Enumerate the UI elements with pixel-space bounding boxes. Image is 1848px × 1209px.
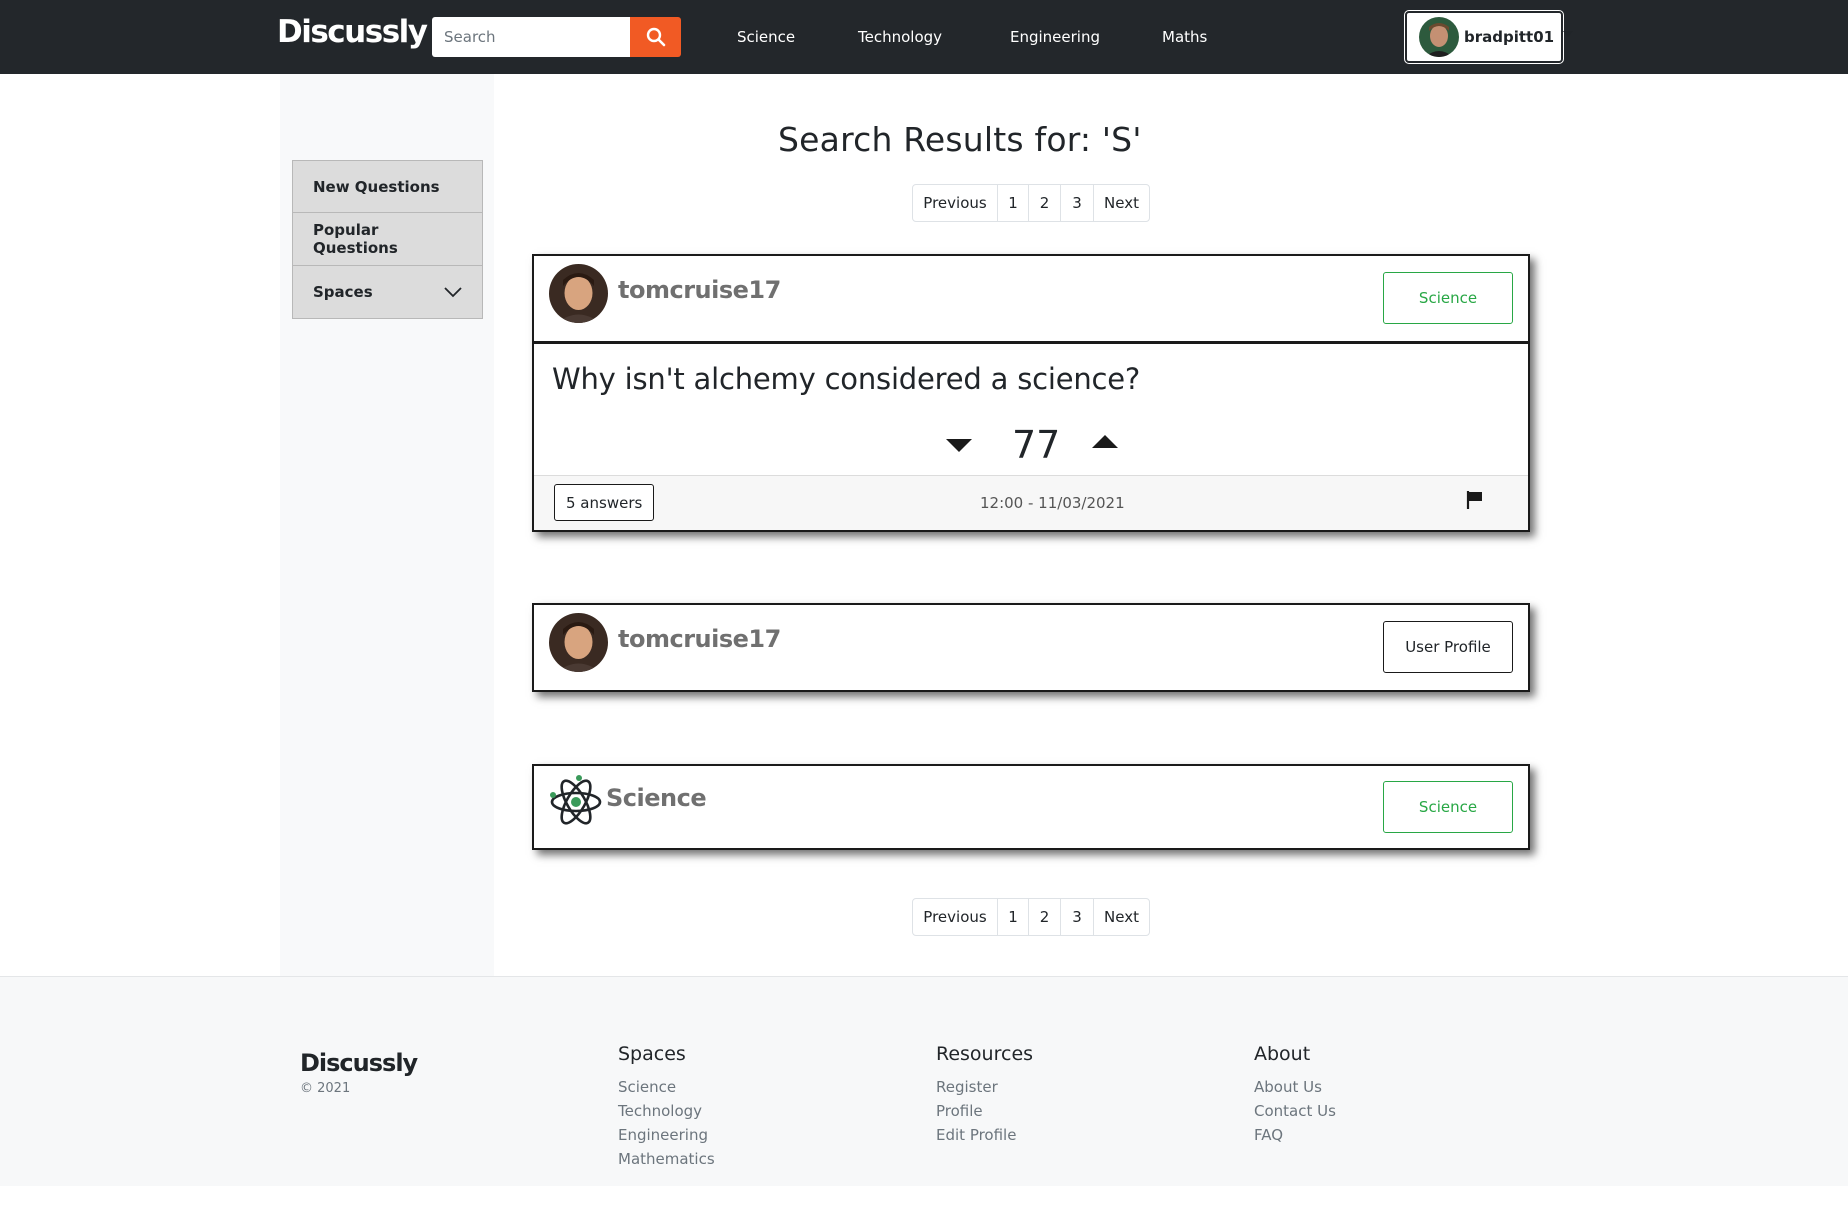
pagination-previous[interactable]: Previous: [913, 185, 997, 221]
page-title: Search Results for: 'S': [778, 120, 1142, 159]
pagination-previous[interactable]: Previous: [913, 899, 997, 935]
card-footer: 5 answers 12:00 - 11/03/2021: [534, 475, 1528, 530]
nav-link-science[interactable]: Science: [737, 28, 795, 46]
sidebar-item-new-questions[interactable]: New Questions: [292, 160, 483, 213]
answers-button[interactable]: 5 answers: [554, 484, 655, 521]
footer-link-about-us[interactable]: About Us: [1254, 1075, 1336, 1099]
footer-column-about: About About Us Contact Us FAQ: [1254, 1043, 1336, 1147]
search-icon: [646, 27, 665, 47]
footer-column-resources: Resources Register Profile Edit Profile: [936, 1043, 1033, 1147]
pagination-page-3[interactable]: 3: [1060, 185, 1093, 221]
pagination-page-2[interactable]: 2: [1028, 899, 1060, 935]
question-card: tomcruise17 Science Why isn't alchemy co…: [532, 254, 1530, 532]
user-result-card: tomcruise17 User Profile: [532, 603, 1530, 692]
footer-heading: Resources: [936, 1043, 1034, 1065]
user-result-name[interactable]: tomcruise17: [618, 625, 781, 653]
chevron-down-icon: [444, 287, 462, 298]
avatar: [1419, 17, 1459, 57]
space-tag-button[interactable]: Science: [1383, 781, 1513, 833]
footer-link-contact-us[interactable]: Contact Us: [1254, 1099, 1336, 1123]
atom-icon: [550, 775, 602, 825]
pagination-page-3[interactable]: 3: [1060, 899, 1093, 935]
sidebar-item-popular-questions[interactable]: Popular Questions: [292, 213, 483, 266]
pagination-next[interactable]: Next: [1093, 899, 1149, 935]
search-button[interactable]: [630, 17, 681, 57]
footer-heading: About: [1254, 1043, 1311, 1065]
search-input[interactable]: [432, 17, 630, 57]
question-timestamp: 12:00 - 11/03/2021: [980, 494, 1125, 512]
footer: Discussly © 2021 Spaces Science Technolo…: [0, 976, 1848, 1186]
footer-copyright: © 2021: [300, 1081, 351, 1096]
footer-link-edit-profile[interactable]: Edit Profile: [936, 1123, 1033, 1147]
question-title[interactable]: Why isn't alchemy considered a science?: [534, 344, 1528, 419]
user-menu-button[interactable]: bradpitt01: [1405, 11, 1574, 63]
card-header: tomcruise17 Science: [534, 256, 1528, 341]
vote-controls: 77: [534, 419, 1528, 475]
footer-brand: Discussly: [300, 1049, 418, 1077]
footer-link-faq[interactable]: FAQ: [1254, 1123, 1336, 1147]
brand-logo[interactable]: Discussly: [277, 14, 428, 50]
sidebar-item-label: Spaces: [313, 283, 373, 301]
space-result-card: Science Science: [532, 764, 1530, 850]
user-profile-button[interactable]: User Profile: [1383, 621, 1513, 673]
footer-link-register[interactable]: Register: [936, 1075, 1033, 1099]
sidebar-item-label: New Questions: [313, 177, 440, 196]
question-author[interactable]: tomcruise17: [618, 276, 781, 304]
search-bar: [432, 17, 681, 57]
nav-link-maths[interactable]: Maths: [1162, 28, 1207, 46]
footer-column-spaces: Spaces Science Technology Engineering Ma…: [618, 1043, 715, 1171]
space-tag-button[interactable]: Science: [1383, 272, 1513, 324]
pagination-bottom: Previous 1 2 3 Next: [912, 898, 1150, 936]
sidebar-item-label: Popular Questions: [313, 221, 398, 257]
footer-link-science[interactable]: Science: [618, 1075, 715, 1099]
pagination-page-1[interactable]: 1: [997, 185, 1028, 221]
space-result-name[interactable]: Science: [606, 784, 707, 812]
sidebar-item-spaces[interactable]: Spaces: [292, 266, 483, 319]
nav-link-engineering[interactable]: Engineering: [1010, 28, 1100, 46]
flag-icon[interactable]: [1466, 490, 1484, 510]
pagination-page-1[interactable]: 1: [997, 899, 1028, 935]
chevron-down-icon: [1563, 31, 1574, 37]
footer-link-technology[interactable]: Technology: [618, 1099, 715, 1123]
pagination-top: Previous 1 2 3 Next: [912, 184, 1150, 222]
footer-heading: Spaces: [618, 1043, 686, 1065]
pagination-page-2[interactable]: 2: [1028, 185, 1060, 221]
downvote-icon[interactable]: [946, 439, 972, 452]
footer-link-profile[interactable]: Profile: [936, 1099, 1033, 1123]
footer-link-engineering[interactable]: Engineering: [618, 1123, 715, 1147]
nav-link-technology[interactable]: Technology: [858, 28, 942, 46]
card-header: tomcruise17 User Profile: [534, 605, 1528, 690]
sidebar: New Questions Popular Questions Spaces: [292, 160, 483, 319]
card-header: Science Science: [534, 766, 1528, 851]
username-label: bradpitt01: [1464, 28, 1555, 46]
avatar[interactable]: [549, 264, 608, 323]
top-navbar: Discussly Science Technology Engineering…: [0, 0, 1848, 74]
upvote-icon[interactable]: [1092, 435, 1118, 448]
avatar[interactable]: [549, 613, 608, 672]
pagination-next[interactable]: Next: [1093, 185, 1149, 221]
footer-link-mathematics[interactable]: Mathematics: [618, 1147, 715, 1171]
vote-count: 77: [1012, 423, 1061, 467]
